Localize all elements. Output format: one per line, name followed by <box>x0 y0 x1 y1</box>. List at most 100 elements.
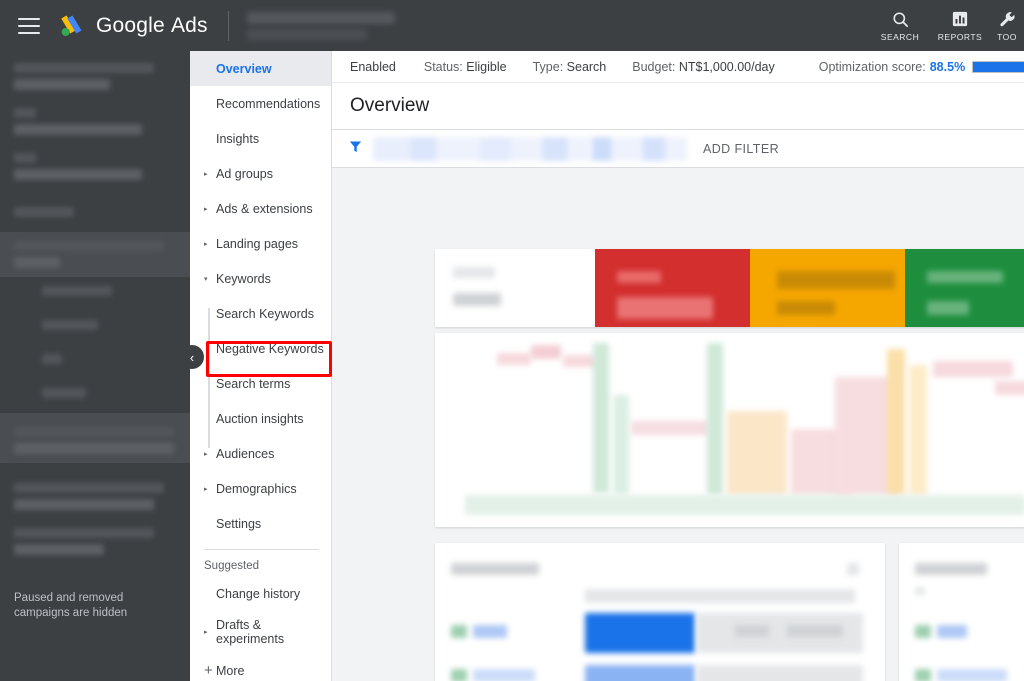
sidebar-item-ad-groups[interactable]: ▸ Ad groups <box>190 156 331 191</box>
performance-chart-card[interactable] <box>435 333 1024 527</box>
filter-funnel-icon[interactable] <box>348 139 363 159</box>
hamburger-menu-icon[interactable] <box>18 17 40 34</box>
sidebar-item-label: Ad groups <box>216 166 273 181</box>
optimization-score-bar <box>972 60 1024 73</box>
sidebar-item-keywords[interactable]: ▾ Keywords <box>190 261 331 296</box>
status-value: Eligible <box>466 59 507 74</box>
sidebar-item-label: Demographics <box>216 481 297 496</box>
sidebar-item-search-terms[interactable]: Search terms <box>190 366 331 401</box>
campaign-list-item[interactable] <box>0 189 190 232</box>
brand-title: Google Ads <box>96 14 208 38</box>
paused-campaigns-note: Paused and removed campaigns are hidden <box>14 592 128 619</box>
page-header: Overview <box>332 83 1024 130</box>
main-content-area: Enabled Status: Eligible Type: Search Bu… <box>332 51 1024 681</box>
add-filter-button[interactable]: ADD FILTER <box>703 142 779 156</box>
reports-icon-button[interactable]: REPORTS <box>930 9 990 42</box>
type-field: Type: Search <box>533 60 607 74</box>
sidebar-section-suggested: Suggested <box>204 560 259 572</box>
sidebar-item-label: Ads & extensions <box>216 201 313 216</box>
sidebar-item-search-keywords[interactable]: Search Keywords <box>190 296 331 331</box>
tools-wrench-icon <box>998 9 1017 29</box>
sidebar-item-demographics[interactable]: ▸ Demographics <box>190 471 331 506</box>
optimization-score-value: 88.5% <box>929 59 966 74</box>
chevron-right-icon: ▸ <box>204 450 208 458</box>
sidebar-item-ads-extensions[interactable]: ▸ Ads & extensions <box>190 191 331 226</box>
sidebar-item-insights[interactable]: Insights <box>190 121 331 156</box>
chevron-right-icon: ▸ <box>204 485 208 493</box>
brand-word-ads: Ads <box>170 13 208 37</box>
type-value: Search <box>566 59 607 74</box>
budget-value: NT$1,000.00/day <box>678 59 775 74</box>
search-icon <box>891 9 910 29</box>
chevron-right-icon: ▸ <box>204 240 208 248</box>
google-ads-logo-icon <box>61 15 82 36</box>
status-segment-green <box>905 249 1024 327</box>
type-label: Type: <box>532 59 564 74</box>
sidebar-item-overview[interactable]: Overview <box>190 51 331 86</box>
chevron-right-icon: ▸ <box>204 629 208 636</box>
reports-bar-chart-icon <box>951 9 969 29</box>
sidebar-item-label: More <box>216 663 245 678</box>
top-bar-icon-group: SEARCH REPORTS TOO <box>870 0 1024 51</box>
brand-word-google: Google <box>96 13 165 37</box>
status-summary-card[interactable] <box>435 249 1024 327</box>
sidebar-item-label: Insights <box>216 131 260 146</box>
sidebar-item-label: Search Keywords <box>216 306 314 321</box>
campaign-status-bar: Enabled Status: Eligible Type: Search Bu… <box>332 51 1024 83</box>
metrics-table-card-right[interactable] <box>899 543 1024 681</box>
sidebar-item-label: Keywords <box>216 271 271 286</box>
sidebar-item-settings[interactable]: Settings <box>190 506 331 541</box>
sidebar-item-change-history[interactable]: Change history <box>190 576 331 611</box>
sidebar-item-landing-pages[interactable]: ▸ Landing pages <box>190 226 331 261</box>
campaign-list-item[interactable] <box>0 144 190 189</box>
sidebar-item-label: Search terms <box>216 376 291 391</box>
sidebar-item-audiences[interactable]: ▸ Audiences <box>190 436 331 471</box>
header-divider <box>227 10 229 41</box>
tools-icon-label: TOO <box>997 32 1017 42</box>
sidebar-item-drafts-experiments[interactable]: ▸ Drafts & experiments <box>190 611 331 653</box>
campaign-list-item[interactable] <box>0 311 190 345</box>
page-title: Overview <box>350 95 430 116</box>
status-field: Status: Eligible <box>424 60 507 74</box>
sidebar-item-label: Auction insights <box>216 411 304 426</box>
campaign-list-item[interactable] <box>0 463 190 519</box>
status-label: Status: <box>423 59 463 74</box>
sidebar-item-label: Settings <box>216 516 262 531</box>
campaign-list-item[interactable] <box>0 379 190 413</box>
top-app-bar: Google Ads SEARCH REPORTS TOO <box>0 0 1024 51</box>
sidebar-item-label: Audiences <box>216 446 275 461</box>
overview-cards-area <box>332 168 1024 681</box>
filter-bar: ADD FILTER <box>332 130 1024 168</box>
metrics-table-card-left[interactable] <box>435 543 885 681</box>
budget-field: Budget: NT$1,000.00/day <box>632 60 774 74</box>
campaign-list-item-selected[interactable] <box>0 413 190 463</box>
sidebar-item-label: Overview <box>216 61 272 76</box>
chevron-right-icon: ▸ <box>204 170 208 178</box>
campaign-list-item[interactable] <box>0 277 190 311</box>
optimization-score: Optimization score: 88.5% <box>819 60 1024 74</box>
plus-icon: + <box>204 662 213 679</box>
chevron-down-icon: ▾ <box>204 275 208 283</box>
sidebar-item-label: Negative Keywords <box>216 341 324 356</box>
sidebar-item-label: Landing pages <box>216 236 299 251</box>
sidebar-item-recommendations[interactable]: Recommendations <box>190 86 331 121</box>
campaign-list-item-selected[interactable] <box>0 232 190 277</box>
budget-label: Budget: <box>632 59 676 74</box>
chevron-right-icon: ▸ <box>204 205 208 213</box>
sidebar-item-label: Recommendations <box>216 96 321 111</box>
tools-icon-button[interactable]: TOO <box>990 9 1024 42</box>
campaign-list-item[interactable] <box>0 345 190 379</box>
google-ads-app: Google Ads SEARCH REPORTS TOO Paused and… <box>0 0 1024 681</box>
search-icon-label: SEARCH <box>880 32 920 42</box>
sidebar-item-more[interactable]: + More <box>190 653 331 681</box>
search-icon-button[interactable]: SEARCH <box>870 9 930 42</box>
sidebar-item-auction-insights[interactable]: Auction insights <box>190 401 331 436</box>
active-filter-chips-redacted[interactable] <box>373 136 687 161</box>
campaign-list-panel: Paused and removed campaigns are hidden <box>0 51 190 681</box>
campaign-list-item[interactable] <box>0 51 190 99</box>
sidebar-collapse-button[interactable]: ‹ <box>180 345 204 369</box>
campaign-list-item[interactable] <box>0 99 190 144</box>
campaign-nav-sidebar: Overview Recommendations Insights ▸ Ad g… <box>190 51 332 681</box>
sidebar-item-negative-keywords[interactable]: Negative Keywords <box>190 331 331 366</box>
campaign-list-item[interactable] <box>0 519 190 564</box>
